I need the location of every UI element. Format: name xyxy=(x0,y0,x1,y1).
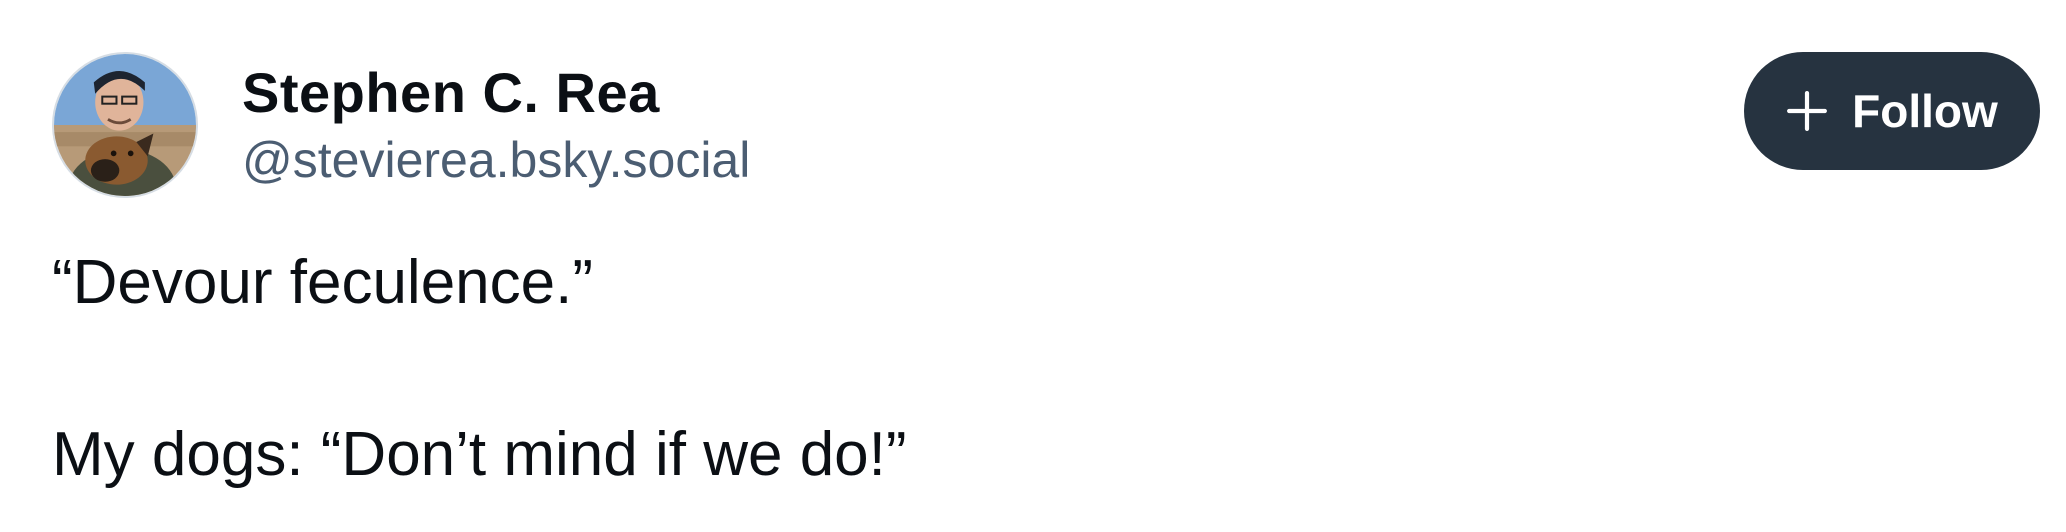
avatar-photo-icon xyxy=(54,54,196,196)
post-text-line: “Devour feculence.” xyxy=(52,248,594,317)
avatar[interactable] xyxy=(52,52,198,198)
follow-button-label: Follow xyxy=(1852,85,1998,137)
post-card: Stephen C. Rea @stevierea.bsky.social Fo… xyxy=(0,0,2066,532)
post-header: Stephen C. Rea @stevierea.bsky.social xyxy=(52,52,750,198)
follow-button[interactable]: Follow xyxy=(1744,52,2040,170)
plus-icon xyxy=(1787,91,1828,131)
author-handle[interactable]: @stevierea.bsky.social xyxy=(242,129,750,191)
post-text: “Devour feculence.” My dogs: “Don’t mind… xyxy=(52,240,907,498)
post-text-blank-line xyxy=(52,326,907,412)
author-display-name[interactable]: Stephen C. Rea xyxy=(242,59,750,127)
author-identity: Stephen C. Rea @stevierea.bsky.social xyxy=(242,59,750,191)
post-text-line: My dogs: “Don’t mind if we do!” xyxy=(52,420,907,489)
